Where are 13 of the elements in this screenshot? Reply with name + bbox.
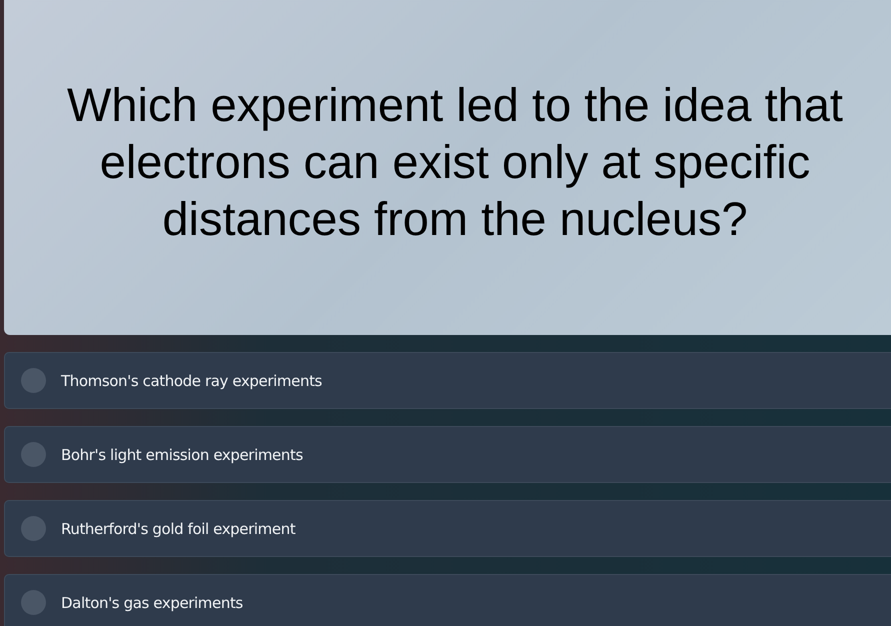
answer-option[interactable]: Thomson's cathode ray experiments bbox=[4, 352, 891, 409]
answer-option[interactable]: Dalton's gas experiments bbox=[4, 574, 891, 626]
radio-button[interactable] bbox=[21, 368, 46, 393]
answer-option[interactable]: Rutherford's gold foil experiment bbox=[4, 500, 891, 557]
radio-button[interactable] bbox=[21, 590, 46, 615]
answer-option[interactable]: Bohr's light emission experiments bbox=[4, 426, 891, 483]
answer-label: Bohr's light emission experiments bbox=[61, 446, 303, 464]
answer-label: Dalton's gas experiments bbox=[61, 594, 243, 612]
answer-label: Thomson's cathode ray experiments bbox=[61, 372, 322, 390]
answer-label: Rutherford's gold foil experiment bbox=[61, 520, 296, 538]
radio-button[interactable] bbox=[21, 442, 46, 467]
radio-button[interactable] bbox=[21, 516, 46, 541]
question-text: Which experiment led to the idea that electrons can exist only at specific distances from the nucleus? bbox=[66, 77, 844, 247]
